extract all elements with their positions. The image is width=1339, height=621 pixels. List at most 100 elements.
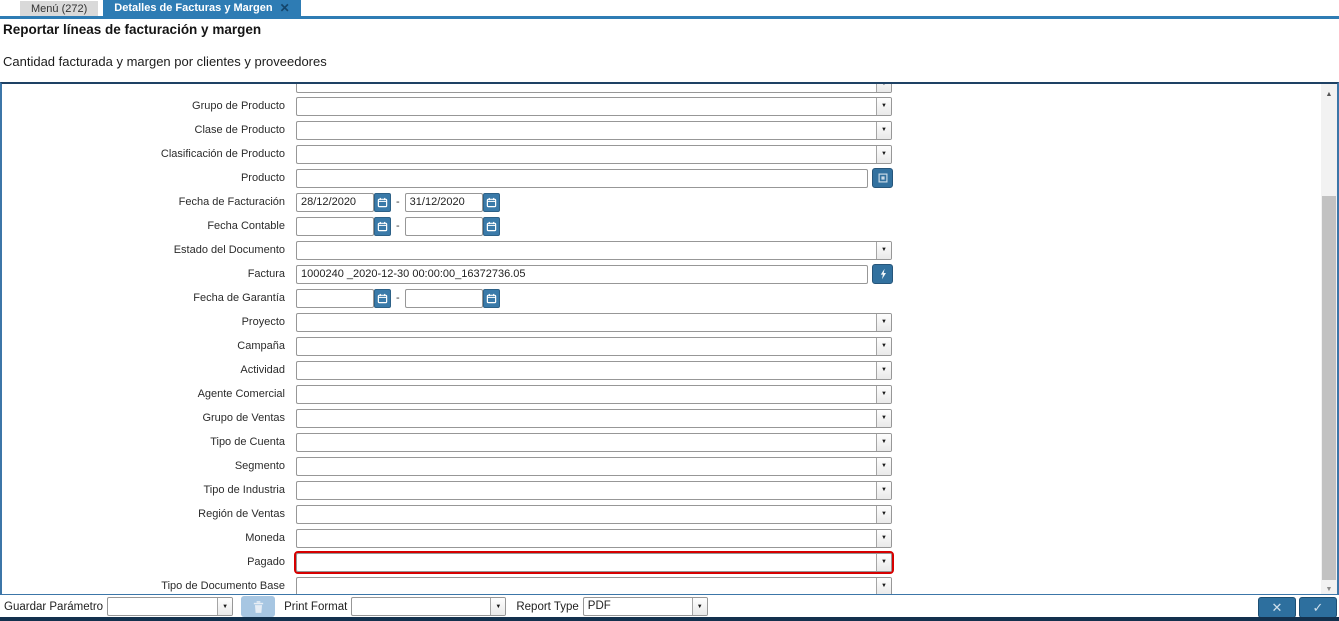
fecha-de-facturacion-to-calendar-button[interactable] [482,192,500,212]
tipo-de-documento-base-value[interactable] [297,578,876,595]
agente-comercial-value[interactable] [297,386,876,403]
fecha-de-facturacion-to-input[interactable]: 31/12/2020 [404,192,483,212]
fecha-de-garantia-to-calendar-button[interactable] [482,288,500,308]
fecha-contable-to-calendar-button[interactable] [482,216,500,236]
chevron-down-icon[interactable]: ▼ [876,145,891,163]
producto-button[interactable] [872,168,893,188]
field-label-clasificacion-de-producto: Clasificación de Producto [160,148,285,160]
chevron-down-icon[interactable]: ▼ [876,84,891,92]
fecha-de-facturacion-from-field: 28/12/2020 [296,192,391,212]
parameters-panel: ▼Grupo de Producto▼Clase de Producto▼Cla… [0,82,1339,595]
grupo-de-producto-select[interactable]: ▼ [296,96,892,116]
moneda-value[interactable] [297,530,876,547]
tipo-de-industria-select[interactable]: ▼ [296,480,892,500]
chevron-down-icon[interactable]: ▼ [876,433,891,451]
scroll-up-arrow-icon[interactable]: ▲ [1321,86,1337,102]
pagado-field-area: ▼ [294,550,894,574]
proyecto-value[interactable] [297,314,876,331]
segmento-value[interactable] [297,458,876,475]
guardar-parametro-select[interactable]: ▼ [107,597,234,616]
form-row-grupo-de-ventas: Grupo de Ventas ▼ [2,406,1320,430]
clase-de-producto-select[interactable]: ▼ [296,120,892,140]
estado-del-documento-select[interactable]: ▼ [296,240,892,260]
grupo-de-producto-value[interactable] [297,98,876,115]
tipo-de-cuenta-select[interactable]: ▼ [296,432,892,452]
fecha-contable-to-input[interactable] [404,216,483,236]
fecha-de-facturacion-from-input[interactable]: 28/12/2020 [296,192,374,212]
fecha-contable-to-field [404,216,500,236]
fecha-contable-from-calendar-button[interactable] [374,216,391,236]
print-format-select[interactable]: ▼ [351,597,507,616]
clasificacion-de-producto-value[interactable] [297,146,876,163]
fila-superior-cortada-value[interactable] [297,84,876,92]
cancel-button[interactable]: ✕ [1258,597,1296,618]
clase-de-producto-value[interactable] [297,122,876,139]
factura-input[interactable]: 1000240 _2020-12-30 00:00:00_16372736.05 [296,264,868,284]
guardar-parametro-value[interactable] [108,598,217,615]
tab-detalles-facturas-margen[interactable]: Detalles de Facturas y Margen ✕ [103,0,301,16]
field-label-pagado: Pagado [247,556,285,568]
pagado-select[interactable]: ▼ [294,550,894,574]
scroll-down-arrow-icon[interactable]: ▼ [1321,581,1337,594]
clasificacion-de-producto-select[interactable]: ▼ [296,144,892,164]
agente-comercial-select[interactable]: ▼ [296,384,892,404]
moneda-select[interactable]: ▼ [296,528,892,548]
chevron-down-icon[interactable]: ▼ [876,457,891,475]
campana-select[interactable]: ▼ [296,336,892,356]
ok-button[interactable]: ✓ [1299,597,1337,618]
segmento-select[interactable]: ▼ [296,456,892,476]
fecha-de-garantia-field-area: - [296,288,500,308]
actividad-value[interactable] [297,362,876,379]
chevron-down-icon[interactable]: ▼ [876,577,891,594]
proyecto-select[interactable]: ▼ [296,312,892,332]
chevron-down-icon[interactable]: ▼ [876,505,891,523]
pagado-value[interactable] [297,554,876,571]
vertical-scrollbar[interactable]: ▲ ▼ [1321,84,1337,594]
chevron-down-icon[interactable]: ▼ [876,361,891,379]
region-de-ventas-value[interactable] [297,506,876,523]
tipo-de-industria-value[interactable] [297,482,876,499]
estado-del-documento-value[interactable] [297,242,876,259]
tipo-de-industria-field-area: ▼ [296,480,892,500]
fila-superior-cortada-select[interactable]: ▼ [296,84,892,93]
field-label-region-de-ventas: Región de Ventas [198,508,285,520]
fecha-de-garantia-from-input[interactable] [296,288,374,308]
producto-input[interactable] [296,168,868,188]
chevron-down-icon[interactable]: ▼ [876,385,891,403]
chevron-down-icon[interactable]: ▼ [876,529,891,547]
chevron-down-icon[interactable]: ▼ [217,598,233,615]
chevron-down-icon[interactable]: ▼ [876,481,891,499]
scrollbar-thumb[interactable] [1322,196,1336,580]
close-tab-icon[interactable]: ✕ [280,1,290,15]
fecha-de-facturacion-from-calendar-button[interactable] [374,192,391,212]
field-label-tipo-de-cuenta: Tipo de Cuenta [210,436,285,448]
guardar-parametro-label: Guardar Parámetro [4,600,104,613]
fecha-contable-from-input[interactable] [296,216,374,236]
report-type-select[interactable]: PDF ▼ [582,597,708,616]
campana-value[interactable] [297,338,876,355]
chevron-down-icon[interactable]: ▼ [876,97,891,115]
chevron-down-icon[interactable]: ▼ [490,598,506,615]
chevron-down-icon[interactable]: ▼ [876,337,891,355]
chevron-down-icon[interactable]: ▼ [876,241,891,259]
chevron-down-icon[interactable]: ▼ [876,313,891,331]
delete-parameter-button[interactable] [241,596,276,617]
tipo-de-documento-base-select[interactable]: ▼ [296,576,892,595]
fecha-de-garantia-to-input[interactable] [404,288,483,308]
chevron-down-icon[interactable]: ▼ [876,121,891,139]
tab-menu[interactable]: Menú (272) [20,1,99,16]
actividad-select[interactable]: ▼ [296,360,892,380]
tipo-de-cuenta-value[interactable] [297,434,876,451]
factura-button[interactable] [872,264,893,284]
chevron-down-icon[interactable]: ▼ [691,598,707,615]
grupo-de-ventas-value[interactable] [297,410,876,427]
fecha-de-garantia-from-calendar-button[interactable] [374,288,391,308]
chevron-down-icon[interactable]: ▼ [876,553,891,571]
chevron-down-icon[interactable]: ▼ [876,409,891,427]
region-de-ventas-select[interactable]: ▼ [296,504,892,524]
report-type-value[interactable]: PDF [584,598,692,615]
calendar-icon [486,221,496,231]
print-format-value[interactable] [352,598,490,615]
tab-detalles-label: Detalles de Facturas y Margen [114,1,273,14]
grupo-de-ventas-select[interactable]: ▼ [296,408,892,428]
